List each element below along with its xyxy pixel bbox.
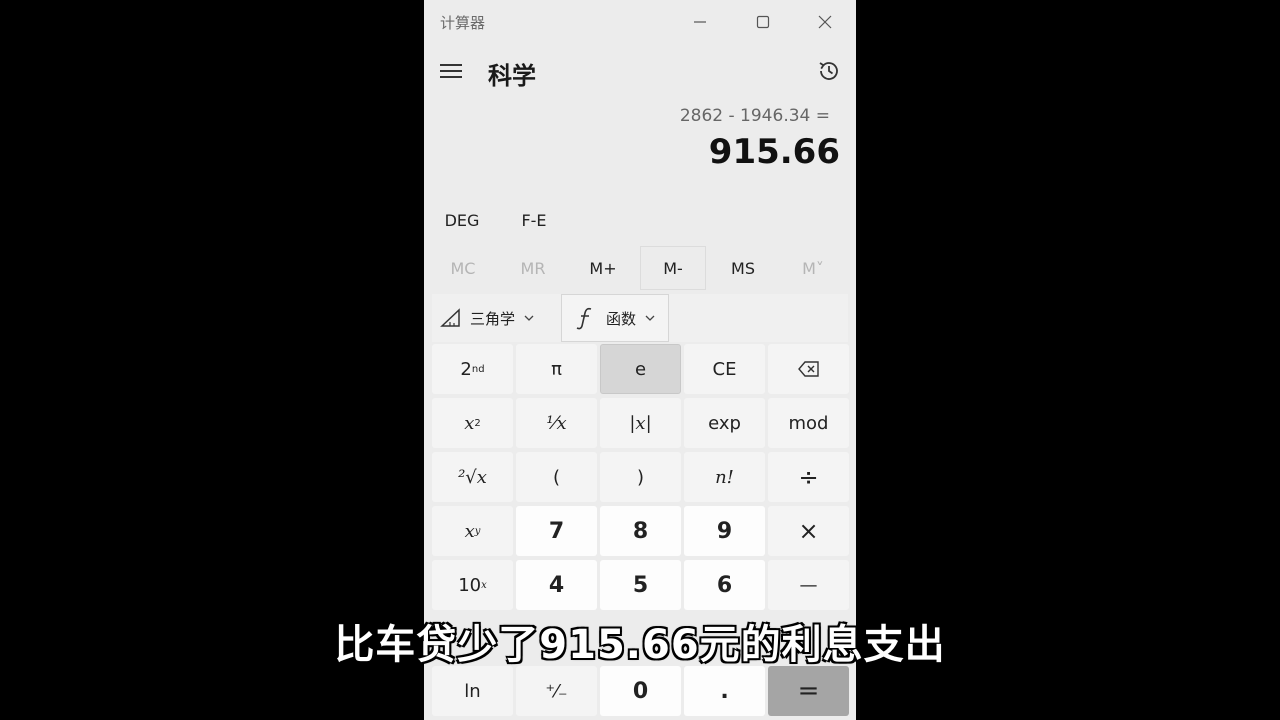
e-button[interactable]: e xyxy=(600,344,681,394)
backspace-icon xyxy=(797,361,819,377)
mode-row: DEG F-E xyxy=(424,200,856,240)
power-button[interactable]: xy xyxy=(432,506,513,556)
digit-0-button[interactable]: 0 xyxy=(600,666,681,716)
second-sup: nd xyxy=(471,363,485,375)
triangle-ruler-icon xyxy=(440,308,460,327)
memory-clear-button[interactable]: MC xyxy=(430,246,496,290)
second-function-button[interactable]: 2nd xyxy=(432,344,513,394)
function-row: 三角学 函数 xyxy=(432,294,848,342)
clear-entry-button[interactable]: CE xyxy=(684,344,765,394)
square-button[interactable]: x2 xyxy=(432,398,513,448)
fe-toggle-button[interactable]: F-E xyxy=(504,200,564,240)
left-paren-button[interactable]: ( xyxy=(516,452,597,502)
angle-mode-button[interactable]: DEG xyxy=(432,200,492,240)
square-label: x xyxy=(464,412,475,434)
maximize-button[interactable] xyxy=(735,4,791,40)
memory-row: MC MR M+ M- MS M˅ xyxy=(424,246,856,290)
memory-subtract-button[interactable]: M- xyxy=(640,246,706,290)
digit-5-button[interactable]: 5 xyxy=(600,560,681,610)
function-f-icon xyxy=(576,307,592,330)
absolute-value-button[interactable]: |x| xyxy=(600,398,681,448)
navigation-menu-button[interactable] xyxy=(436,56,466,86)
mode-title: 科学 xyxy=(488,62,536,90)
chevron-down-icon xyxy=(645,315,655,321)
digit-6-button[interactable]: 6 xyxy=(684,560,765,610)
history-button[interactable] xyxy=(814,56,844,86)
negate-button[interactable]: ⁺⁄₋ xyxy=(516,666,597,716)
mod-button[interactable]: mod xyxy=(768,398,849,448)
divide-button[interactable]: ÷ xyxy=(768,452,849,502)
digit-8-button[interactable]: 8 xyxy=(600,506,681,556)
multiply-button[interactable]: × xyxy=(768,506,849,556)
result-display: 915.66 xyxy=(708,132,840,172)
app-title: 计算器 xyxy=(440,14,486,32)
hamburger-icon xyxy=(440,64,462,78)
title-bar: 计算器 xyxy=(424,0,856,44)
right-paren-button[interactable]: ) xyxy=(600,452,681,502)
memory-list-button[interactable]: M˅ xyxy=(780,246,846,290)
second-label: 2 xyxy=(460,358,472,380)
function-dropdown[interactable]: 函数 xyxy=(561,294,669,342)
close-button[interactable] xyxy=(797,4,853,40)
maximize-icon xyxy=(756,15,770,29)
history-icon xyxy=(819,62,838,80)
pi-button[interactable]: π xyxy=(516,344,597,394)
function-label: 函数 xyxy=(606,309,637,328)
minimize-icon xyxy=(694,21,706,23)
root-label: ²√x xyxy=(458,466,487,488)
square-sup: 2 xyxy=(474,417,481,429)
chevron-down-icon xyxy=(524,315,534,321)
ln-button[interactable]: ln xyxy=(432,666,513,716)
digit-7-button[interactable]: 7 xyxy=(516,506,597,556)
expression-display: 2862 - 1946.34 = xyxy=(679,106,830,126)
square-root-button[interactable]: ²√x xyxy=(432,452,513,502)
memory-recall-button[interactable]: MR xyxy=(500,246,566,290)
tenpow-sup: x xyxy=(481,579,487,591)
decimal-button[interactable]: . xyxy=(684,666,765,716)
factorial-button[interactable]: n! xyxy=(684,452,765,502)
abs-label: |x| xyxy=(629,412,652,434)
tenpow-label: 10 xyxy=(458,574,482,596)
power-label: x xyxy=(464,520,475,542)
equals-button[interactable]: = xyxy=(768,666,849,716)
reciprocal-button[interactable]: ¹⁄x xyxy=(516,398,597,448)
subtract-button[interactable]: — xyxy=(768,560,849,610)
close-icon xyxy=(818,15,832,29)
exp-button[interactable]: exp xyxy=(684,398,765,448)
video-subtitle: 比车贷少了915.66元的利息支出 xyxy=(333,621,946,669)
ten-power-button[interactable]: 10 x xyxy=(432,560,513,610)
digit-9-button[interactable]: 9 xyxy=(684,506,765,556)
trigonometry-label: 三角学 xyxy=(470,309,516,328)
backspace-button[interactable] xyxy=(768,344,849,394)
reciprocal-label: ¹⁄x xyxy=(546,412,567,434)
memory-add-button[interactable]: M+ xyxy=(570,246,636,290)
header: 科学 xyxy=(424,44,856,100)
power-sup: y xyxy=(474,525,481,537)
factorial-label: n! xyxy=(715,466,734,488)
minimize-button[interactable] xyxy=(672,4,728,40)
trigonometry-dropdown[interactable]: 三角学 xyxy=(440,294,560,342)
digit-4-button[interactable]: 4 xyxy=(516,560,597,610)
memory-store-button[interactable]: MS xyxy=(710,246,776,290)
